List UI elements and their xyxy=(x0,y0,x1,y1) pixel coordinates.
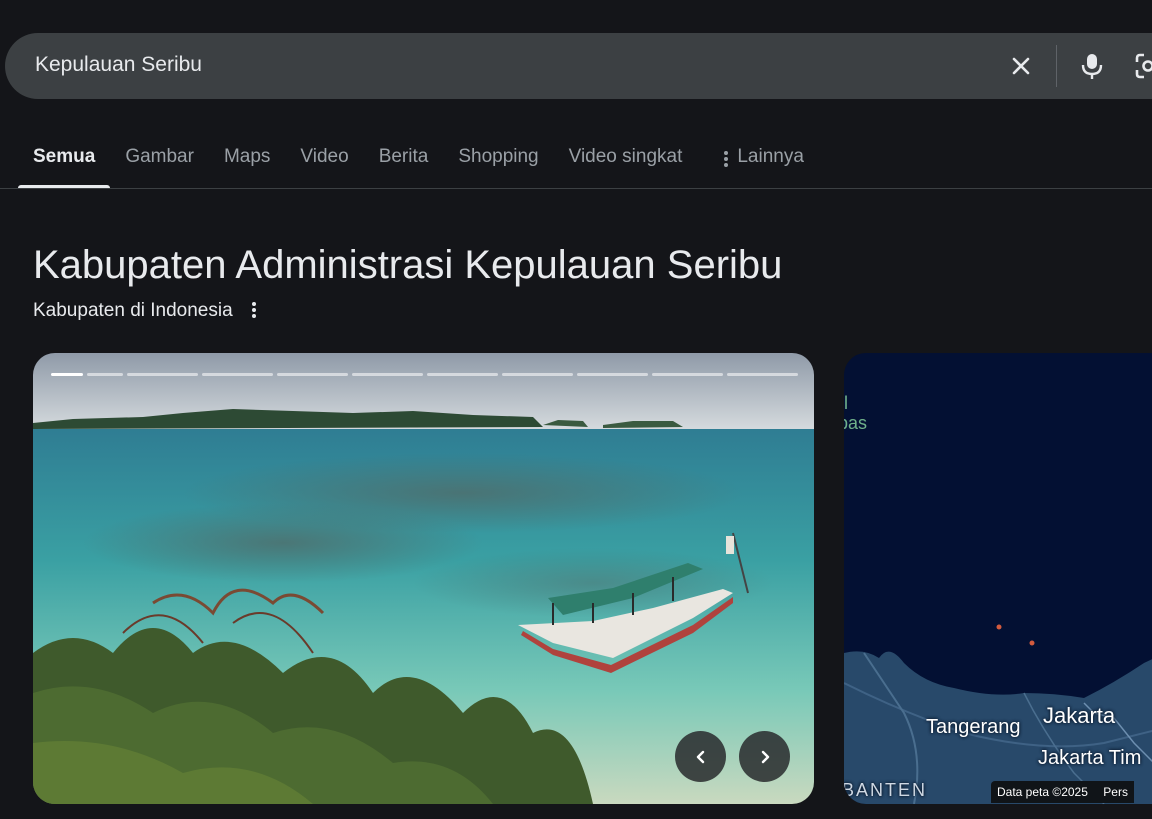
chevron-left-icon xyxy=(696,750,704,763)
tab-gambar[interactable]: Gambar xyxy=(110,140,209,180)
map-attribution: Data peta ©2025 Pers xyxy=(991,781,1134,803)
map-green-label: bas xyxy=(844,413,868,433)
search-divider xyxy=(1056,45,1057,87)
progress-segment xyxy=(577,373,648,376)
more-vert-icon xyxy=(724,151,729,167)
progress-segment xyxy=(202,373,273,376)
progress-segment xyxy=(427,373,498,376)
close-icon xyxy=(1012,57,1030,75)
entity-type-label: Kabupaten di Indonesia xyxy=(33,300,233,321)
progress-segment xyxy=(652,373,723,376)
image-search-button[interactable] xyxy=(1129,47,1152,85)
search-tabs: Semua Gambar Maps Video Berita Shopping … xyxy=(18,140,819,188)
location-map[interactable]: l bas Tangerang Jakarta Jakarta Tim BANT… xyxy=(844,353,1152,804)
tab-maps[interactable]: Maps xyxy=(209,140,285,180)
tab-shopping[interactable]: Shopping xyxy=(443,140,553,180)
map-label-jakarta: Jakarta xyxy=(1043,703,1116,728)
map-label-tangerang: Tangerang xyxy=(926,716,1021,738)
progress-segment xyxy=(352,373,423,376)
tab-semua[interactable]: Semua xyxy=(18,140,111,188)
tabs-divider xyxy=(0,188,1152,189)
clear-search-button[interactable] xyxy=(1002,47,1040,85)
map-green-label: l xyxy=(844,393,848,413)
tab-lainnya-label: Lainnya xyxy=(737,146,804,167)
entity-subtitle: Kabupaten di Indonesia xyxy=(33,300,259,322)
map-label-banten: BANTEN xyxy=(844,780,928,800)
voice-search-button[interactable] xyxy=(1073,47,1111,85)
search-bar[interactable]: Kepulauan Seribu xyxy=(5,33,1152,99)
photo-carousel[interactable] xyxy=(33,353,814,804)
tab-berita[interactable]: Berita xyxy=(364,140,444,180)
tab-lainnya[interactable]: Lainnya xyxy=(697,140,819,180)
tab-video-singkat[interactable]: Video singkat xyxy=(554,140,698,180)
search-input[interactable]: Kepulauan Seribu xyxy=(35,53,202,77)
progress-segment xyxy=(277,373,348,376)
progress-segment xyxy=(51,373,83,376)
progress-segment xyxy=(87,373,123,376)
previous-photo-button[interactable] xyxy=(675,731,726,782)
progress-segment xyxy=(727,373,798,376)
progress-segment xyxy=(127,373,198,376)
more-options-icon[interactable] xyxy=(249,300,259,322)
map-terms-link[interactable]: Pers xyxy=(1103,785,1128,799)
camera-lens-icon xyxy=(1135,53,1152,79)
chevron-right-icon xyxy=(761,750,769,763)
map-data-credit: Data peta ©2025 xyxy=(997,785,1088,799)
page-title: Kabupaten Administrasi Kepulauan Seribu xyxy=(33,243,783,287)
next-photo-button[interactable] xyxy=(739,731,790,782)
microphone-icon xyxy=(1081,54,1103,79)
map-label-jakarta-timur: Jakarta Tim xyxy=(1038,747,1142,769)
tab-video[interactable]: Video xyxy=(285,140,363,180)
progress-segment xyxy=(502,373,573,376)
carousel-progress xyxy=(51,373,798,376)
